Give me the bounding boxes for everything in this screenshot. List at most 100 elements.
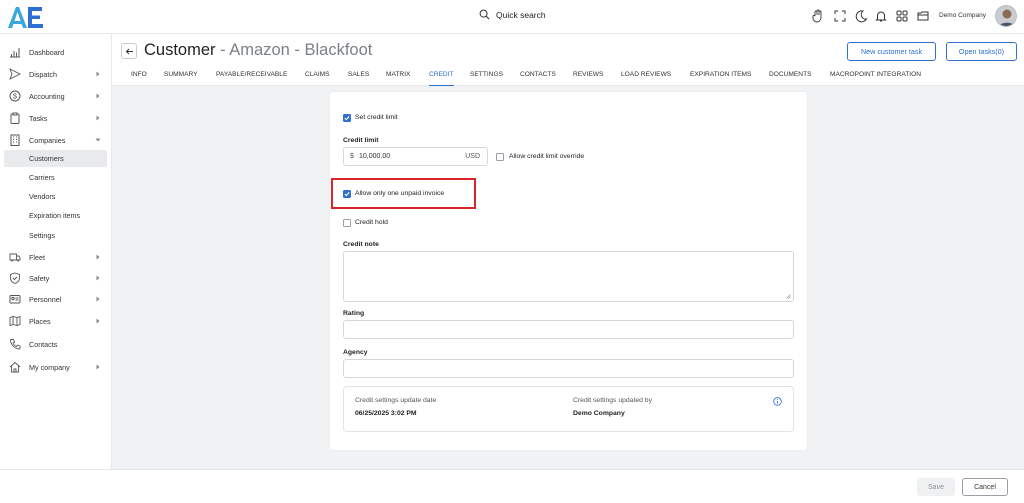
sidebar-subitem-vendors[interactable]: Vendors bbox=[4, 188, 107, 205]
clipboard-icon bbox=[10, 112, 20, 124]
app-logo[interactable] bbox=[6, 4, 46, 30]
id-card-icon bbox=[9, 295, 21, 304]
page-header: Customer - Amazon - Blackfoot New custom… bbox=[112, 34, 1024, 86]
company-name[interactable]: Demo Company bbox=[939, 12, 986, 19]
agency-input[interactable] bbox=[343, 359, 794, 378]
resize-handle-icon[interactable] bbox=[786, 294, 791, 299]
truck-icon bbox=[9, 253, 21, 262]
user-avatar[interactable] bbox=[995, 5, 1017, 27]
tab-matrix[interactable]: MATRIX bbox=[386, 71, 410, 86]
tab-load-reviews[interactable]: LOAD REVIEWS bbox=[621, 71, 671, 86]
tab-reviews[interactable]: REVIEWS bbox=[573, 71, 603, 86]
update-date-value: 06/25/2025 3:02 PM bbox=[355, 410, 417, 417]
open-tasks-button[interactable]: Open tasks(0) bbox=[946, 42, 1017, 61]
main-content: Customer - Amazon - Blackfoot New custom… bbox=[112, 34, 1024, 469]
chevron-right-icon bbox=[96, 254, 100, 260]
update-date-label: Credit settings update date bbox=[355, 397, 437, 404]
rating-input[interactable] bbox=[343, 320, 794, 339]
chevron-right-icon bbox=[96, 93, 100, 99]
new-customer-task-button[interactable]: New customer task bbox=[847, 42, 936, 61]
chevron-right-icon bbox=[96, 71, 100, 77]
map-icon bbox=[9, 315, 21, 327]
credit-hold-checkbox[interactable] bbox=[343, 219, 351, 227]
expand-icon[interactable] bbox=[833, 9, 847, 23]
tab-contacts[interactable]: CONTACTS bbox=[520, 71, 556, 86]
back-button[interactable] bbox=[121, 43, 137, 59]
building-icon bbox=[10, 134, 20, 146]
cancel-button[interactable]: Cancel bbox=[962, 478, 1008, 496]
sidebar-item-safety[interactable]: Safety bbox=[0, 269, 112, 287]
one-unpaid-invoice-label: Allow only one unpaid invoice bbox=[355, 190, 445, 197]
check-icon bbox=[344, 192, 350, 197]
credit-settings-info-box: Credit settings update date 06/25/2025 3… bbox=[343, 386, 794, 432]
quick-search[interactable]: Quick search bbox=[479, 9, 546, 20]
one-unpaid-invoice-checkbox[interactable] bbox=[343, 190, 351, 198]
shield-icon bbox=[10, 272, 20, 284]
tab-summary[interactable]: SUMMARY bbox=[164, 71, 198, 86]
apps-grid-icon[interactable] bbox=[895, 9, 909, 23]
page-title: Customer - Amazon - Blackfoot bbox=[144, 41, 372, 60]
hand-icon[interactable] bbox=[811, 9, 825, 23]
tab-claims[interactable]: CLAIMS bbox=[305, 71, 330, 86]
chevron-right-icon bbox=[96, 275, 100, 281]
sidebar-item-contacts[interactable]: Contacts bbox=[0, 335, 112, 353]
tab-info[interactable]: INFO bbox=[131, 71, 147, 86]
page-title-customer-name: - Amazon - Blackfoot bbox=[215, 41, 373, 59]
tab-sales[interactable]: SALES bbox=[348, 71, 369, 86]
sidebar-subitem-settings[interactable]: Settings bbox=[4, 227, 107, 244]
sidebar-item-places[interactable]: Places bbox=[0, 312, 112, 330]
set-credit-limit-checkbox[interactable] bbox=[343, 114, 351, 122]
credit-limit-input[interactable]: $ 10,000.00 USD bbox=[343, 147, 488, 166]
updated-by-label: Credit settings updated by bbox=[573, 397, 652, 404]
sidebar-item-fleet[interactable]: Fleet bbox=[0, 248, 112, 266]
bell-icon[interactable] bbox=[874, 9, 888, 23]
agency-label: Agency bbox=[343, 349, 368, 356]
currency-symbol: $ bbox=[350, 153, 354, 160]
save-button[interactable]: Save bbox=[917, 478, 955, 496]
credit-limit-label: Credit limit bbox=[343, 137, 379, 144]
sidebar: Dashboard Dispatch $ Accounting Tasks Co… bbox=[0, 34, 112, 469]
chevron-right-icon bbox=[96, 296, 100, 302]
credit-limit-value: 10,000.00 bbox=[359, 153, 391, 160]
tab-documents[interactable]: DOCUMENTS bbox=[769, 71, 812, 86]
tab-macropoint-integration[interactable]: MACROPOINT INTEGRATION bbox=[830, 71, 921, 86]
currency-code: USD bbox=[465, 153, 480, 160]
moon-icon[interactable] bbox=[854, 9, 868, 23]
credit-note-textarea[interactable] bbox=[343, 251, 794, 302]
folder-icon[interactable] bbox=[916, 9, 930, 23]
sidebar-item-personnel[interactable]: Personnel bbox=[0, 290, 112, 308]
sidebar-subitem-customers[interactable]: Customers bbox=[4, 150, 107, 167]
check-icon bbox=[344, 116, 350, 121]
chevron-down-icon bbox=[95, 138, 101, 142]
sidebar-item-companies[interactable]: Companies bbox=[0, 131, 112, 149]
credit-note-label: Credit note bbox=[343, 241, 379, 248]
sidebar-item-my-company[interactable]: My company bbox=[0, 358, 112, 376]
chart-icon bbox=[10, 48, 20, 58]
tab-expiration-items[interactable]: EXPIRATION ITEMS bbox=[690, 71, 751, 86]
chevron-right-icon bbox=[96, 364, 100, 370]
set-credit-limit-label: Set credit limit bbox=[355, 114, 398, 121]
allow-credit-limit-override-checkbox[interactable] bbox=[496, 153, 504, 161]
updated-by-value: Demo Company bbox=[573, 410, 625, 417]
send-icon bbox=[9, 68, 21, 80]
credit-hold-label: Credit hold bbox=[355, 219, 388, 226]
page-title-main: Customer bbox=[144, 41, 216, 59]
dollar-icon: $ bbox=[9, 90, 21, 102]
chevron-right-icon bbox=[96, 115, 100, 121]
sidebar-item-accounting[interactable]: $ Accounting bbox=[0, 87, 112, 105]
tab-settings[interactable]: SETTINGS bbox=[470, 71, 503, 86]
rating-label: Rating bbox=[343, 310, 365, 317]
tab-payable-receivable[interactable]: PAYABLE/RECEIVABLE bbox=[216, 71, 287, 86]
sidebar-item-dashboard[interactable]: Dashboard bbox=[0, 43, 112, 61]
phone-icon bbox=[10, 339, 21, 350]
arrow-left-icon bbox=[125, 48, 133, 54]
sidebar-subitem-expiration-items[interactable]: Expiration items bbox=[4, 207, 107, 224]
search-icon bbox=[479, 9, 490, 20]
info-icon[interactable] bbox=[773, 397, 782, 406]
sidebar-item-dispatch[interactable]: Dispatch bbox=[0, 65, 112, 83]
sidebar-item-tasks[interactable]: Tasks bbox=[0, 109, 112, 127]
tab-credit[interactable]: CREDIT bbox=[429, 71, 454, 86]
sidebar-subitem-carriers[interactable]: Carriers bbox=[4, 169, 107, 186]
allow-credit-limit-override-label: Allow credit limit override bbox=[509, 153, 585, 160]
svg-text:$: $ bbox=[13, 94, 17, 101]
